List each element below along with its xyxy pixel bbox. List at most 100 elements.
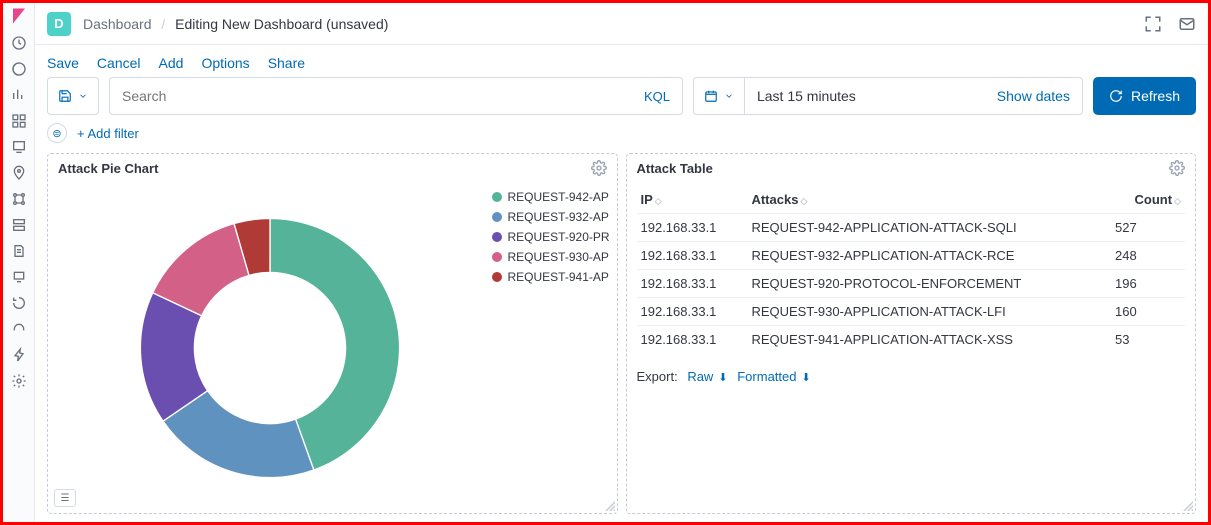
breadcrumb-current: Editing New Dashboard (unsaved) [175, 16, 388, 32]
donut-chart: ☰ [48, 182, 492, 513]
share-button[interactable]: Share [268, 55, 305, 71]
app-badge: D [47, 12, 71, 36]
cell-attack: REQUEST-932-APPLICATION-ATTACK-RCE [747, 242, 1115, 270]
options-button[interactable]: Options [201, 55, 249, 71]
kql-toggle[interactable]: KQL [644, 89, 670, 104]
legend-item[interactable]: REQUEST-932-APP... [492, 210, 609, 224]
management-icon[interactable] [11, 373, 27, 389]
breadcrumb-root[interactable]: Dashboard [83, 16, 152, 32]
legend-label: REQUEST-932-APP... [508, 210, 609, 224]
export-row: Export: Raw ⬇ Formatted ⬇ [637, 369, 1186, 384]
infra-icon[interactable] [11, 217, 27, 233]
filter-options-icon[interactable]: ⊜ [47, 123, 67, 143]
cell-ip: 192.168.33.1 [637, 326, 748, 354]
cell-ip: 192.168.33.1 [637, 270, 748, 298]
canvas-icon[interactable] [11, 139, 27, 155]
siem-icon[interactable] [11, 321, 27, 337]
query-bar: KQL Last 15 minutes Show dates Refresh [35, 77, 1208, 123]
col-count[interactable]: Count◇ [1115, 186, 1185, 214]
visualize-icon[interactable] [11, 87, 27, 103]
download-icon: ⬇ [798, 372, 810, 384]
discover-icon[interactable] [11, 61, 27, 77]
table-row: 192.168.33.1REQUEST-932-APPLICATION-ATTA… [637, 242, 1186, 270]
cell-ip: 192.168.33.1 [637, 298, 748, 326]
refresh-label: Refresh [1131, 88, 1180, 104]
sort-icon: ◇ [800, 196, 807, 206]
export-formatted-link[interactable]: Formatted ⬇ [737, 369, 811, 384]
uptime-icon[interactable] [11, 295, 27, 311]
legend-item[interactable]: REQUEST-942-APP... [492, 190, 609, 204]
panel-pie-chart: Attack Pie Chart ☰ REQUEST-942-APP...REQ… [47, 153, 618, 514]
download-icon: ⬇ [715, 372, 727, 384]
sort-icon: ◇ [655, 196, 662, 206]
legend-label: REQUEST-942-APP... [508, 190, 609, 204]
search-input[interactable] [122, 88, 644, 104]
apm-icon[interactable] [11, 269, 27, 285]
legend-label: REQUEST-920-PRO... [508, 230, 609, 244]
side-navigation [3, 3, 35, 522]
panel-title: Attack Pie Chart [58, 161, 158, 176]
gear-icon[interactable] [1169, 160, 1185, 176]
legend-item[interactable]: REQUEST-941-APP... [492, 270, 609, 284]
resize-handle-icon[interactable] [605, 501, 615, 511]
dashboard-icon[interactable] [11, 113, 27, 129]
kibana-logo-icon [10, 7, 28, 25]
panel-title: Attack Table [637, 161, 713, 176]
legend-swatch [492, 192, 502, 202]
add-button[interactable]: Add [159, 55, 184, 71]
export-label: Export: [637, 369, 678, 384]
cell-attack: REQUEST-930-APPLICATION-ATTACK-LFI [747, 298, 1115, 326]
legend-item[interactable]: REQUEST-930-APP... [492, 250, 609, 264]
breadcrumb: Dashboard / Editing New Dashboard (unsav… [83, 16, 388, 32]
recent-icon[interactable] [11, 35, 27, 51]
time-range-label[interactable]: Last 15 minutes [745, 88, 985, 104]
col-ip[interactable]: IP◇ [637, 186, 748, 214]
filter-bar: ⊜ + Add filter [35, 123, 1208, 153]
fullscreen-icon[interactable] [1128, 15, 1162, 33]
export-raw-link[interactable]: Raw ⬇ [687, 369, 727, 384]
cell-attack: REQUEST-941-APPLICATION-ATTACK-XSS [747, 326, 1115, 354]
attack-table: IP◇ Attacks◇ Count◇ 192.168.33.1REQUEST-… [637, 186, 1186, 353]
sort-icon: ◇ [1174, 196, 1181, 206]
breadcrumb-separator: / [161, 16, 165, 32]
cell-count: 196 [1115, 270, 1185, 298]
legend-label: REQUEST-930-APP... [508, 250, 609, 264]
cell-count: 527 [1115, 214, 1185, 242]
saved-queries-button[interactable] [47, 77, 99, 115]
legend-item[interactable]: REQUEST-920-PRO... [492, 230, 609, 244]
legend-label: REQUEST-941-APP... [508, 270, 609, 284]
save-button[interactable]: Save [47, 55, 79, 71]
table-row: 192.168.33.1REQUEST-942-APPLICATION-ATTA… [637, 214, 1186, 242]
gear-icon[interactable] [591, 160, 607, 176]
cell-count: 248 [1115, 242, 1185, 270]
top-bar: D Dashboard / Editing New Dashboard (uns… [35, 3, 1208, 45]
ml-icon[interactable] [11, 191, 27, 207]
time-picker: Last 15 minutes Show dates [693, 77, 1083, 115]
logs-icon[interactable] [11, 243, 27, 259]
maps-icon[interactable] [11, 165, 27, 181]
cell-count: 160 [1115, 298, 1185, 326]
time-quick-button[interactable] [694, 78, 745, 114]
col-attacks[interactable]: Attacks◇ [747, 186, 1115, 214]
legend-swatch [492, 232, 502, 242]
cell-ip: 192.168.33.1 [637, 242, 748, 270]
legend-swatch [492, 272, 502, 282]
show-dates-link[interactable]: Show dates [985, 88, 1082, 104]
chart-legend: REQUEST-942-APP... REQUEST-932-APP... REQU… [492, 182, 617, 513]
cancel-button[interactable]: Cancel [97, 55, 141, 71]
edit-toolbar: Save Cancel Add Options Share [35, 45, 1208, 77]
legend-toggle-icon[interactable]: ☰ [54, 489, 76, 507]
cell-attack: REQUEST-942-APPLICATION-ATTACK-SQLI [747, 214, 1115, 242]
cell-count: 53 [1115, 326, 1185, 354]
panel-attack-table: Attack Table IP◇ Attacks◇ Count◇ [626, 153, 1197, 514]
add-filter-link[interactable]: + Add filter [77, 126, 139, 141]
legend-swatch [492, 212, 502, 222]
table-row: 192.168.33.1REQUEST-930-APPLICATION-ATTA… [637, 298, 1186, 326]
resize-handle-icon[interactable] [1183, 501, 1193, 511]
refresh-button[interactable]: Refresh [1093, 77, 1196, 115]
mail-icon[interactable] [1162, 15, 1196, 33]
devtools-icon[interactable] [11, 347, 27, 363]
legend-swatch [492, 252, 502, 262]
cell-attack: REQUEST-920-PROTOCOL-ENFORCEMENT [747, 270, 1115, 298]
search-field-wrapper: KQL [109, 77, 683, 115]
